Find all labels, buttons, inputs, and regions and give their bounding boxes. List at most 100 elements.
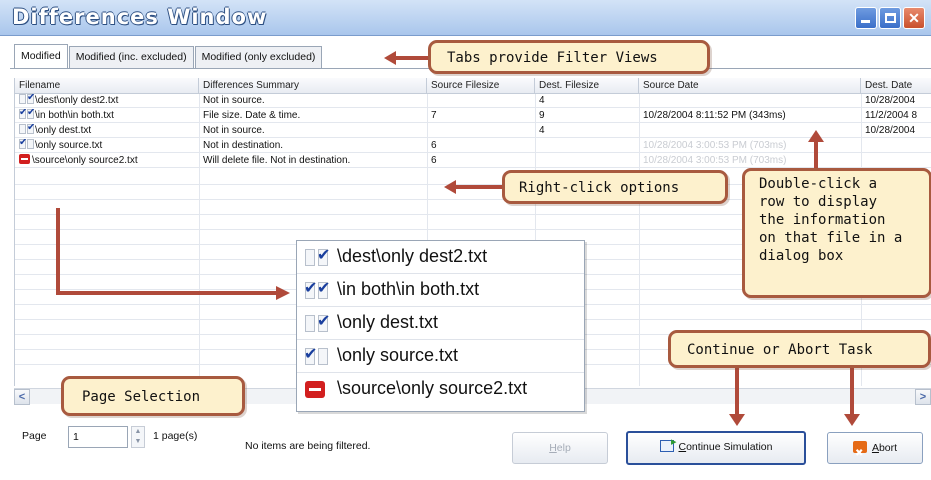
source-date-cell: 10/28/2004 3:00:53 PM (703ms)	[643, 140, 787, 151]
callout-line: the information	[759, 212, 886, 228]
dest-checkbox	[318, 348, 328, 365]
callout-continue-abort: Continue or Abort Task	[668, 330, 931, 368]
spinner-up-icon[interactable]: ▲	[132, 427, 144, 437]
dest-date-cell: 10/28/2004	[865, 125, 916, 136]
minimize-button[interactable]	[855, 7, 877, 29]
dest-size-cell: 4	[539, 95, 545, 106]
source-checkbox	[305, 249, 315, 266]
continue-simulation-button[interactable]: Continue Simulation	[626, 428, 806, 465]
dest-checkbox	[317, 311, 330, 332]
summary-cell: Not in source.	[203, 125, 265, 136]
inset-row: \dest\only dest2.txt	[297, 241, 584, 274]
source-date-cell: 10/28/2004 3:00:53 PM (703ms)	[643, 155, 787, 166]
callout-line: dialog box	[759, 248, 844, 264]
page-count: 1 page(s)	[153, 430, 198, 442]
summary-cell: File size. Date & time.	[203, 110, 301, 121]
magnified-rows-inset: \dest\only dest2.txt \in both\in both.tx…	[296, 240, 585, 412]
column-header-summary[interactable]: Differences Summary	[199, 78, 427, 94]
source-checkbox[interactable]	[19, 109, 27, 120]
inset-row-text: \only source.txt	[337, 345, 459, 365]
dest-date-cell: 10/28/2004	[865, 95, 916, 106]
source-checkbox[interactable]	[19, 124, 26, 134]
abort-label: bort	[878, 442, 898, 454]
dest-checkbox[interactable]	[27, 139, 34, 149]
source-checkbox	[304, 344, 317, 365]
arrow	[56, 208, 60, 294]
dest-date-cell: 11/2/2004 8	[865, 110, 918, 121]
abort-mnemonic: A	[871, 442, 879, 454]
callout-tabs: Tabs provide Filter Views	[428, 40, 710, 74]
filename-text: \source\only source2.txt	[32, 155, 138, 166]
table-row[interactable]: \in both\in both.txt File size. Date & t…	[15, 109, 931, 123]
delete-icon	[19, 154, 30, 164]
window-controls: ✕	[855, 7, 925, 29]
filename-text: \only dest.txt	[35, 125, 92, 136]
filter-status: No items are being filtered.	[245, 440, 371, 452]
grid-header: Filename Differences Summary Source File…	[15, 78, 931, 94]
column-header-source-date[interactable]: Source Date	[639, 78, 861, 94]
tab-modified[interactable]: Modified	[14, 44, 68, 68]
tab-modified-inc-excluded[interactable]: Modified (inc. excluded)	[68, 46, 194, 68]
delete-icon	[305, 381, 325, 398]
callout-double-click: Double-click a row to display the inform…	[742, 168, 931, 298]
arrow	[456, 185, 502, 189]
arrow-head	[276, 286, 290, 300]
summary-cell: Not in destination.	[203, 140, 284, 151]
dest-checkbox	[317, 245, 330, 266]
close-button[interactable]: ✕	[903, 7, 925, 29]
source-size-cell: 6	[431, 140, 437, 151]
arrow	[735, 366, 739, 416]
inset-row-text: \dest\only dest2.txt	[337, 246, 488, 266]
source-checkbox[interactable]	[19, 94, 26, 104]
callout-line: Double-click a	[759, 176, 878, 192]
continue-icon	[659, 428, 677, 456]
source-checkbox[interactable]	[19, 139, 27, 150]
abort-button[interactable]: Abort	[827, 432, 923, 469]
column-header-dest-date[interactable]: Dest. Date	[861, 78, 931, 94]
column-header-source-filesize[interactable]: Source Filesize	[427, 78, 535, 94]
page-input[interactable]: 1	[68, 426, 128, 448]
tab-modified-only-excluded[interactable]: Modified (only excluded)	[194, 46, 323, 68]
source-date-cell	[639, 94, 861, 108]
scroll-right-icon[interactable]: >	[915, 389, 931, 405]
filename-cell: \source\only source2.txt	[15, 154, 199, 168]
filename-text: \only source.txt	[35, 140, 103, 151]
help-button[interactable]: Help	[512, 432, 608, 464]
source-size-cell	[427, 124, 535, 138]
arrow-head	[729, 414, 745, 426]
dest-size-cell	[535, 154, 639, 168]
dest-checkbox[interactable]	[27, 94, 35, 105]
dest-checkbox[interactable]	[27, 124, 35, 135]
abort-icon	[852, 439, 867, 469]
scroll-left-icon[interactable]: <	[14, 389, 30, 405]
source-size-cell: 7	[431, 110, 437, 121]
inset-row: \in both\in both.txt	[297, 274, 584, 307]
table-row[interactable]: \only dest.txt Not in source. 4 10/28/20…	[15, 124, 931, 138]
table-row[interactable]: \source\only source2.txt Will delete fil…	[15, 154, 931, 168]
arrow-head	[384, 51, 396, 65]
summary-cell: Not in source.	[203, 95, 265, 106]
dest-size-cell	[535, 139, 639, 153]
source-date-cell: 10/28/2004 8:11:52 PM (343ms)	[643, 110, 786, 121]
title-bar: Differences Window ✕	[0, 0, 931, 36]
continue-label: ontinue Simulation	[686, 441, 773, 453]
filename-cell: \only dest.txt	[15, 124, 199, 138]
filename-cell: \dest\only dest2.txt	[15, 94, 199, 108]
inset-row-text: \in both\in both.txt	[337, 279, 480, 299]
table-row[interactable]: \dest\only dest2.txt Not in source. 4 10…	[15, 94, 931, 108]
inset-row: \only dest.txt	[297, 307, 584, 340]
spinner-down-icon[interactable]: ▼	[132, 437, 144, 447]
maximize-button[interactable]	[879, 7, 901, 29]
help-mnemonic: H	[549, 442, 557, 454]
table-row[interactable]: \only source.txt Not in destination. 6 1…	[15, 139, 931, 153]
dest-checkbox[interactable]	[27, 109, 35, 120]
source-checkbox	[305, 315, 315, 332]
help-label: elp	[556, 442, 571, 454]
callout-page-selection: Page Selection	[61, 376, 245, 416]
page-spinner[interactable]: ▲ ▼	[131, 426, 145, 448]
dest-size-cell: 4	[539, 125, 545, 136]
dest-date-cell	[861, 139, 931, 153]
column-header-dest-filesize[interactable]: Dest. Filesize	[535, 78, 639, 94]
column-header-filename[interactable]: Filename	[15, 78, 199, 94]
arrow	[394, 56, 428, 60]
